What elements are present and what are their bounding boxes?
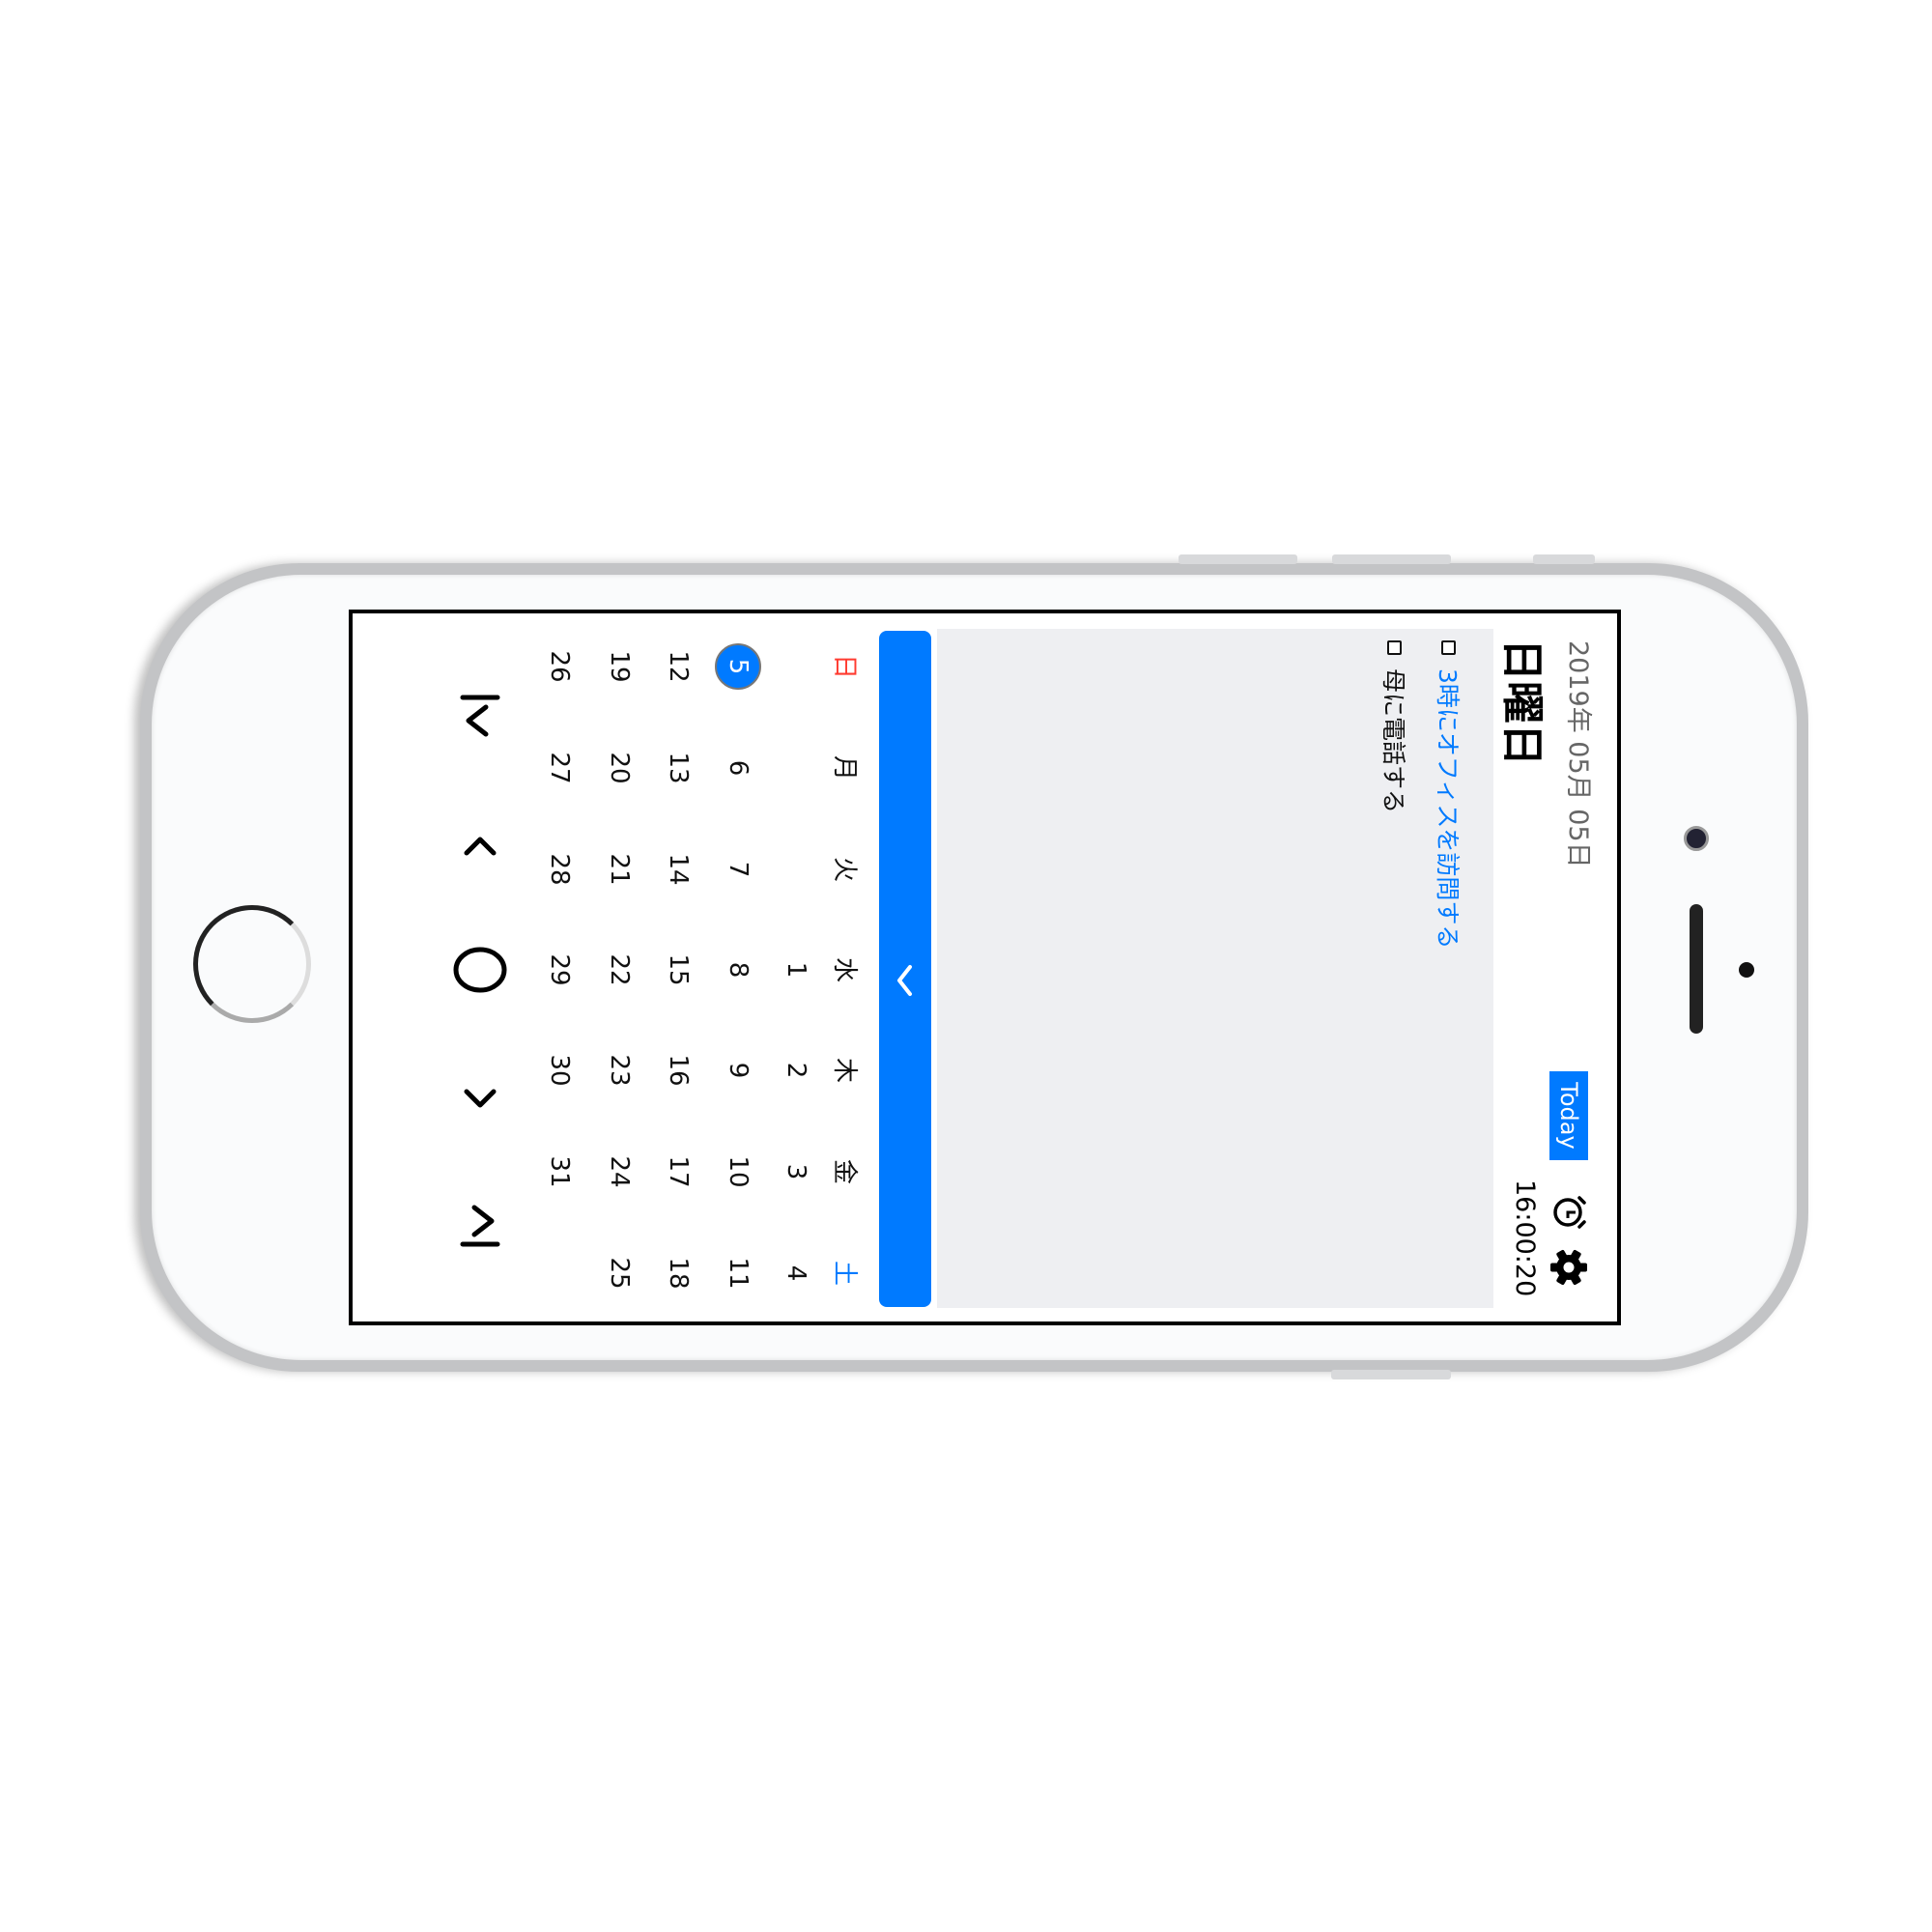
calendar-day[interactable]: 29 xyxy=(535,941,583,999)
page: { "header": { "date": "2019年 05月 05日", "… xyxy=(0,0,1932,1932)
calendar-day[interactable]: 30 xyxy=(535,1041,583,1099)
weekday-header: 金 xyxy=(830,1158,859,1184)
next-icon[interactable] xyxy=(451,1068,509,1126)
clock-time: 16:00:20 xyxy=(1510,1179,1540,1297)
last-icon[interactable] xyxy=(451,1194,509,1252)
calendar-day[interactable]: 13 xyxy=(654,739,702,797)
calendar-day[interactable]: 22 xyxy=(595,941,643,999)
mute-switch xyxy=(1533,554,1595,564)
calendar-day[interactable]: 10 xyxy=(714,1143,762,1201)
task-label: 3時にオフィスを訪問する xyxy=(1434,668,1462,950)
date-label: 2019年 05月 05日 xyxy=(1563,640,1593,868)
volume-up-button xyxy=(1179,554,1297,564)
calendar-day[interactable]: 24 xyxy=(595,1143,643,1201)
calendar-day-selected[interactable]: 5 xyxy=(715,643,761,690)
sensor-dot xyxy=(1739,962,1754,978)
speaker-grille xyxy=(1690,904,1703,1034)
weekday-title: 日曜日 xyxy=(1497,639,1547,766)
calendar-day[interactable]: 11 xyxy=(714,1244,762,1302)
panel-toggle-bar[interactable] xyxy=(879,631,931,1307)
calendar-day[interactable]: 1 xyxy=(772,941,820,999)
power-button xyxy=(1331,1370,1451,1379)
calendar-day[interactable]: 7 xyxy=(714,840,762,898)
calendar-day[interactable]: 16 xyxy=(654,1041,702,1099)
weekday-header: 火 xyxy=(830,856,859,882)
first-icon[interactable] xyxy=(451,690,509,748)
task-panel: 3時にオフィスを訪問する 母に電話する xyxy=(937,629,1493,1308)
task-item[interactable]: 母に電話する xyxy=(1378,640,1412,813)
calendar-day[interactable]: 18 xyxy=(654,1244,702,1302)
calendar-day[interactable]: 2 xyxy=(772,1041,820,1099)
calendar-day[interactable]: 14 xyxy=(654,840,702,898)
calendar-day[interactable]: 12 xyxy=(654,638,702,696)
previous-icon[interactable] xyxy=(451,816,509,874)
calendar-day[interactable]: 23 xyxy=(595,1041,643,1099)
calendar-day[interactable]: 3 xyxy=(772,1143,820,1201)
current-icon[interactable] xyxy=(451,941,509,999)
calendar-day[interactable]: 8 xyxy=(714,941,762,999)
calendar-day[interactable]: 4 xyxy=(772,1244,820,1302)
volume-down-button xyxy=(1332,554,1451,564)
calendar-day[interactable]: 25 xyxy=(595,1244,643,1302)
camera-icon xyxy=(1684,826,1709,851)
weekday-header: 日 xyxy=(830,653,859,679)
alarm-clock-icon[interactable] xyxy=(1551,1194,1588,1231)
calendar-app: 2019年 05月 05日 日曜日 Today 16:00:20 3時にオフィス… xyxy=(356,613,1617,1321)
task-checkbox[interactable] xyxy=(1441,640,1457,655)
today-button[interactable]: Today xyxy=(1549,1071,1588,1160)
calendar-day[interactable]: 20 xyxy=(595,739,643,797)
calendar-day[interactable]: 9 xyxy=(714,1041,762,1099)
calendar-day[interactable]: 27 xyxy=(535,739,583,797)
screen: 2019年 05月 05日 日曜日 Today 16:00:20 3時にオフィス… xyxy=(349,610,1621,1325)
weekday-header: 月 xyxy=(830,754,859,781)
task-checkbox[interactable] xyxy=(1387,640,1403,655)
calendar-day[interactable]: 15 xyxy=(654,941,702,999)
weekday-header: 木 xyxy=(830,1057,859,1083)
calendar-day[interactable]: 17 xyxy=(654,1143,702,1201)
weekday-header: 水 xyxy=(830,956,859,982)
calendar-day[interactable]: 6 xyxy=(714,739,762,797)
calendar-day[interactable]: 31 xyxy=(535,1143,583,1201)
calendar-day[interactable]: 19 xyxy=(595,638,643,696)
home-button[interactable] xyxy=(193,905,311,1023)
calendar-day[interactable]: 26 xyxy=(535,638,583,696)
weekday-header: 土 xyxy=(830,1260,859,1286)
chevron-left-icon xyxy=(897,965,912,996)
task-label: 母に電話する xyxy=(1379,668,1407,814)
calendar-day[interactable]: 28 xyxy=(535,840,583,898)
task-item[interactable]: 3時にオフィスを訪問する xyxy=(1432,640,1466,949)
gear-icon[interactable] xyxy=(1549,1248,1588,1287)
calendar-day[interactable]: 21 xyxy=(595,840,643,898)
